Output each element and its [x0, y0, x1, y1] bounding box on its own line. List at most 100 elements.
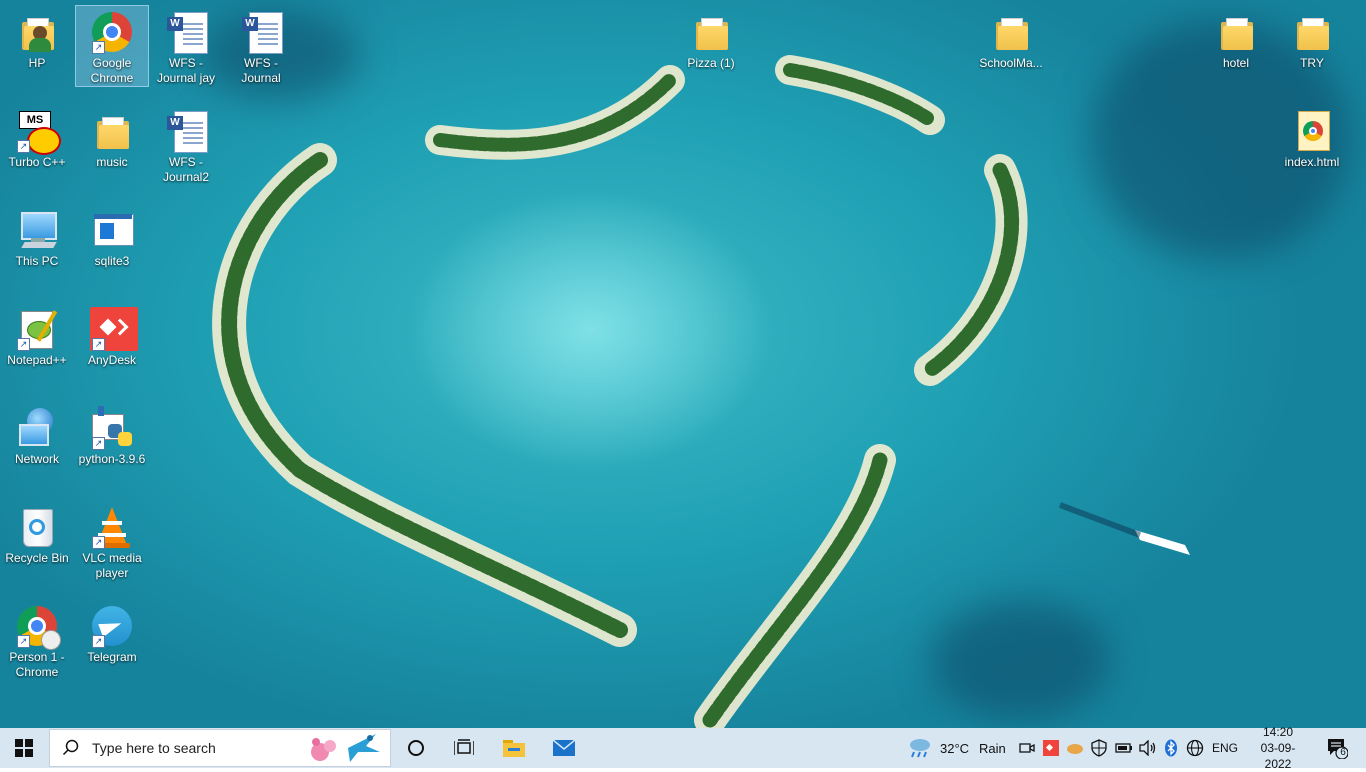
desktop-icon-hp[interactable]: HP	[1, 6, 73, 71]
folder-icon	[689, 10, 733, 54]
desktop-icon-vlc[interactable]: ↗ VLC media player	[76, 501, 148, 581]
desktop-icon-index-html[interactable]: index.html	[1276, 105, 1348, 170]
tray-clock[interactable]: 14:20 03-09-2022	[1248, 725, 1308, 771]
battery-icon	[1115, 743, 1132, 753]
icon-label: Pizza (1)	[687, 56, 735, 70]
clock-date: 03-09-2022	[1260, 741, 1296, 771]
task-view-icon	[454, 739, 474, 755]
chrome-icon: ↗	[90, 10, 134, 54]
desktop-icon-try[interactable]: TRY	[1276, 6, 1348, 71]
windows-logo-icon	[15, 739, 33, 757]
desktop-icon-wfs-journal2[interactable]: W WFS - Journal2	[150, 105, 222, 185]
search-placeholder: Type here to search	[92, 740, 216, 756]
tray-volume[interactable]	[1139, 728, 1157, 768]
word-document-icon: W	[164, 109, 208, 153]
weather-condition: Rain	[979, 740, 1006, 756]
taskbar-mail[interactable]	[544, 728, 584, 768]
icon-label: WFS - Journal2	[162, 155, 210, 184]
search-input[interactable]: Type here to search	[49, 729, 391, 767]
icon-label: Person 1 - Chrome	[9, 650, 65, 679]
desktop-icon-google-chrome[interactable]: ↗ Google Chrome	[75, 5, 149, 87]
language-indicator: ENG	[1212, 741, 1239, 755]
icon-label: python-3.9.6	[78, 452, 146, 466]
vlc-cone-icon: ↗	[90, 505, 134, 549]
weather-widget[interactable]: 32°C Rain	[908, 728, 1006, 768]
desktop-icon-person1-chrome[interactable]: ↗ Person 1 - Chrome	[1, 600, 73, 680]
icon-label: WFS - Journal	[241, 56, 281, 85]
icon-label: AnyDesk	[87, 353, 137, 367]
desktop[interactable]: HP MS ↗ Turbo C++ This PC ↗ Notepad++ Ne…	[0, 0, 1366, 728]
taskbar: Type here to search 32°C Rain ENG 14:20 …	[0, 725, 1366, 771]
folder-icon	[90, 109, 134, 153]
desktop-icon-hotel[interactable]: hotel	[1200, 6, 1272, 71]
icon-label: Recycle Bin	[5, 551, 69, 565]
wallpaper-reef	[930, 600, 1110, 720]
icon-label: HP	[28, 56, 46, 70]
folder-icon	[1214, 10, 1258, 54]
anydesk-icon: ↗	[90, 307, 138, 351]
tray-security[interactable]	[1091, 728, 1107, 768]
icon-label: Network	[14, 452, 59, 466]
tray-app[interactable]	[1067, 728, 1083, 768]
globe-network-icon	[1186, 739, 1204, 757]
camera-icon	[1019, 743, 1035, 753]
icon-label: SchoolMa...	[979, 56, 1043, 70]
speaker-icon	[1139, 740, 1156, 756]
desktop-icon-turbo-cpp[interactable]: MS ↗ Turbo C++	[1, 105, 73, 170]
desktop-icon-telegram[interactable]: ↗ Telegram	[76, 600, 148, 665]
icon-label: TRY	[1300, 56, 1324, 70]
desktop-icon-network[interactable]: Network	[1, 402, 73, 467]
task-view-button[interactable]	[444, 728, 484, 768]
icon-label: Telegram	[87, 650, 137, 664]
notification-count-badge: 6	[1340, 747, 1346, 758]
computer-icon	[15, 208, 59, 252]
cloud-app-icon	[1067, 744, 1083, 754]
search-highlight-hummingbird-icon	[311, 734, 380, 762]
desktop-icon-notepad-pp[interactable]: ↗ Notepad++	[1, 303, 73, 368]
bluetooth-icon	[1165, 739, 1177, 757]
cortana-button[interactable]	[396, 728, 436, 768]
desktop-icon-wfs-journal-jay[interactable]: W WFS - Journal jay	[150, 6, 222, 86]
tray-meet-now[interactable]	[1019, 728, 1035, 768]
tray-battery[interactable]	[1115, 728, 1133, 768]
anydesk-tray-icon	[1043, 740, 1059, 756]
folder-icon	[1290, 10, 1334, 54]
chrome-html-file-icon	[1290, 109, 1334, 153]
desktop-icon-pizza[interactable]: Pizza (1)	[675, 6, 747, 71]
icon-label: hotel	[1222, 56, 1250, 70]
tray-network[interactable]	[1186, 728, 1204, 768]
turbo-cpp-icon: MS ↗	[15, 109, 61, 155]
desktop-icon-wfs-journal[interactable]: W WFS - Journal	[225, 6, 297, 86]
icon-label: music	[96, 155, 128, 169]
telegram-icon: ↗	[90, 604, 134, 648]
start-button[interactable]	[0, 728, 48, 768]
desktop-icon-recycle-bin[interactable]: Recycle Bin	[1, 501, 73, 566]
tray-language[interactable]: ENG	[1212, 728, 1238, 768]
chrome-profile-icon: ↗	[15, 604, 61, 650]
desktop-icon-anydesk[interactable]: ↗ AnyDesk	[76, 303, 148, 368]
python-installer-icon: ↗	[90, 406, 134, 450]
desktop-icon-schoolma[interactable]: SchoolMa...	[975, 6, 1047, 71]
recycle-bin-icon	[15, 505, 59, 549]
tray-bluetooth[interactable]	[1164, 728, 1178, 768]
desktop-icon-sqlite3[interactable]: sqlite3	[76, 204, 148, 269]
word-document-icon: W	[239, 10, 283, 54]
taskbar-file-explorer[interactable]	[494, 728, 534, 768]
action-center-button[interactable]: 6	[1322, 728, 1352, 768]
clock-time: 14:20	[1262, 725, 1294, 739]
word-document-icon: W	[164, 10, 208, 54]
weather-temp: 32°C	[940, 740, 970, 756]
desktop-icon-python[interactable]: ↗ python-3.9.6	[76, 402, 148, 467]
desktop-icon-this-pc[interactable]: This PC	[1, 204, 73, 269]
mail-icon	[552, 739, 576, 756]
tray-anydesk[interactable]	[1043, 728, 1059, 768]
icon-label: Google Chrome	[90, 56, 134, 85]
icon-label: Notepad++	[7, 353, 67, 367]
network-icon	[15, 406, 59, 450]
notepad-plus-plus-icon: ↗	[15, 307, 59, 351]
rain-cloud-icon	[910, 739, 930, 758]
desktop-icon-music[interactable]: music	[76, 105, 148, 170]
file-explorer-icon	[503, 740, 525, 757]
shield-icon	[1091, 739, 1107, 757]
folder-user-icon	[15, 10, 59, 54]
